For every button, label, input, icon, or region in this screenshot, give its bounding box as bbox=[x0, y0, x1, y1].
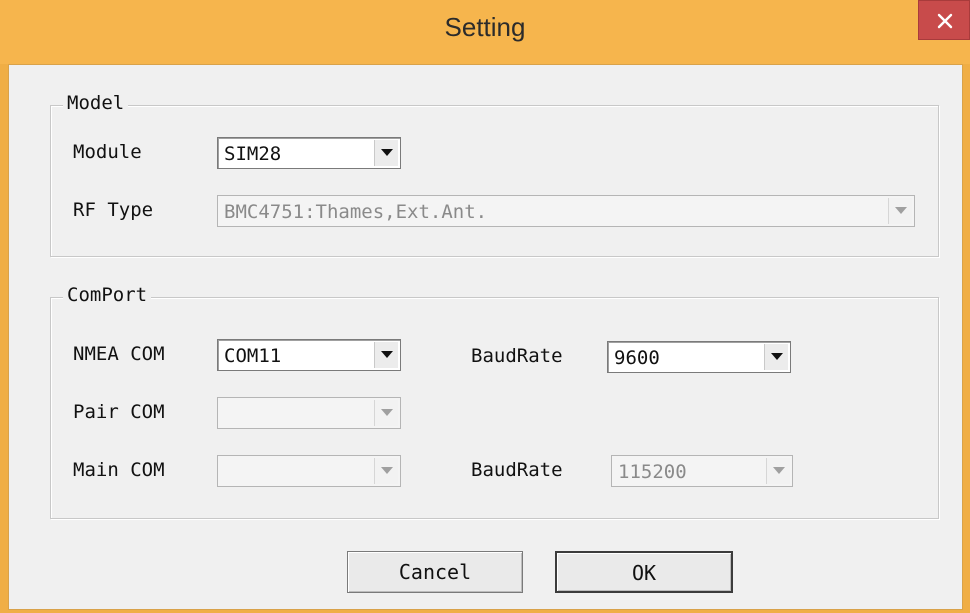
baudrate-main-dropdown-button[interactable] bbox=[766, 458, 790, 484]
chevron-down-icon bbox=[773, 467, 785, 474]
rf-type-select[interactable]: BMC4751:Thames,Ext.Ant. bbox=[217, 195, 915, 227]
baudrate-label: BaudRate bbox=[471, 345, 563, 367]
baudrate-select[interactable]: 9600 bbox=[607, 341, 791, 373]
main-com-dropdown-button[interactable] bbox=[374, 458, 398, 484]
cancel-button[interactable]: Cancel bbox=[347, 551, 523, 593]
comport-group: ComPort bbox=[50, 284, 939, 519]
pair-com-dropdown-button[interactable] bbox=[374, 400, 398, 426]
model-group: Model bbox=[50, 92, 939, 257]
chevron-down-icon bbox=[381, 149, 393, 156]
nmea-com-select-value: COM11 bbox=[224, 345, 282, 367]
pair-com-select[interactable] bbox=[217, 397, 401, 429]
module-select[interactable]: SIM28 bbox=[217, 137, 401, 169]
close-button[interactable] bbox=[918, 0, 970, 40]
nmea-com-dropdown-button[interactable] bbox=[374, 342, 398, 368]
baudrate-select-value: 9600 bbox=[614, 347, 660, 369]
chevron-down-icon bbox=[895, 207, 907, 214]
ok-button[interactable]: OK bbox=[555, 551, 733, 593]
chevron-down-icon bbox=[771, 353, 783, 360]
baudrate-main-label: BaudRate bbox=[471, 459, 563, 481]
rf-type-dropdown-button[interactable] bbox=[888, 198, 912, 224]
module-dropdown-button[interactable] bbox=[374, 140, 398, 166]
rf-type-label: RF Type bbox=[73, 199, 154, 221]
chevron-down-icon bbox=[381, 409, 393, 416]
baudrate-main-select[interactable]: 115200 bbox=[611, 455, 793, 487]
module-label: Module bbox=[73, 141, 142, 163]
nmea-com-select[interactable]: COM11 bbox=[217, 339, 401, 371]
window-title: Setting bbox=[444, 12, 526, 42]
module-select-value: SIM28 bbox=[224, 143, 282, 165]
close-icon bbox=[937, 13, 953, 29]
dialog-client-area: Model Module SIM28 RF Type BMC4751:Thame… bbox=[8, 64, 963, 610]
pair-com-label: Pair COM bbox=[73, 401, 165, 423]
chevron-down-icon bbox=[381, 351, 393, 358]
nmea-com-label: NMEA COM bbox=[73, 343, 165, 365]
main-com-select[interactable] bbox=[217, 455, 401, 487]
baudrate-dropdown-button[interactable] bbox=[764, 344, 788, 370]
baudrate-main-select-value: 115200 bbox=[618, 461, 687, 483]
title-bar[interactable]: Setting bbox=[0, 0, 970, 64]
main-com-label: Main COM bbox=[73, 459, 165, 481]
comport-group-legend: ComPort bbox=[63, 284, 152, 306]
model-group-legend: Model bbox=[63, 92, 129, 114]
rf-type-select-value: BMC4751:Thames,Ext.Ant. bbox=[224, 201, 488, 223]
chevron-down-icon bbox=[381, 467, 393, 474]
